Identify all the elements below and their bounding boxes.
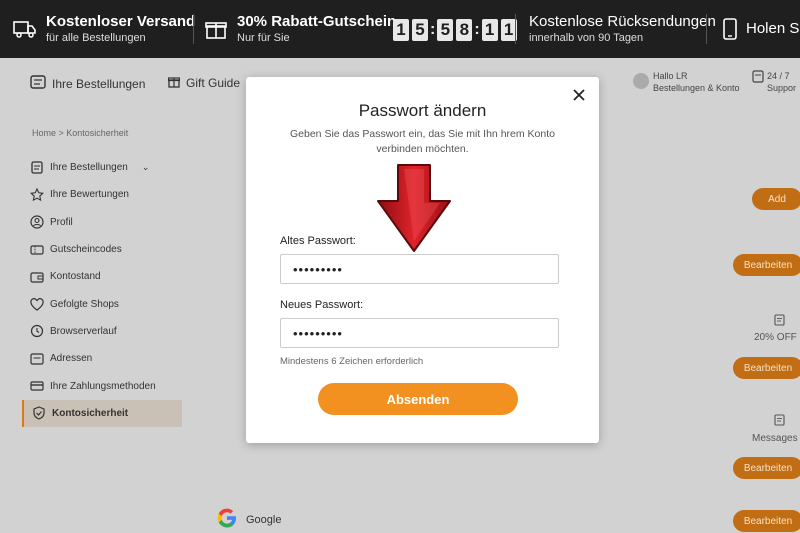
discount-text: 20% OFF — [754, 332, 797, 343]
promo-shipping[interactable]: Kostenloser Versand für alle Bestellunge… — [12, 0, 195, 58]
shipping-title: Kostenloser Versand — [46, 13, 196, 30]
sidebar-item-label: Kontostand — [50, 271, 101, 283]
sidebar-item-label: Profil — [50, 216, 73, 228]
promo-coupon[interactable]: 30% Rabatt-Gutschein Nur für Sie — [203, 0, 396, 58]
new-password-field[interactable]: ••••••••• — [280, 318, 559, 348]
coupon-subtitle: Nur für Sie — [237, 32, 290, 44]
support-bottom: Suppor — [767, 83, 797, 93]
sidebar-item-label: Browserverlauf — [50, 325, 117, 337]
password-hint: Mindestens 6 Zeichen erforderlich — [280, 356, 424, 367]
sidebar-item-security[interactable]: Kontosicherheit — [22, 399, 182, 427]
document-icon — [774, 314, 785, 329]
support-top: 24 / 7 — [767, 71, 790, 81]
promo-app[interactable]: Holen S — [722, 0, 799, 58]
breadcrumb[interactable]: Home > Kontosicherheit — [32, 128, 128, 138]
message-icon — [774, 414, 785, 429]
shield-icon — [32, 406, 46, 420]
countdown-digit: 5 — [412, 19, 428, 41]
countdown-digit: 8 — [456, 19, 473, 41]
shipping-subtitle: für alle Bestellungen — [46, 32, 146, 44]
coupon-title: 30% Rabatt-Gutschein — [237, 13, 397, 30]
sidebar-item-profile[interactable]: Profil — [22, 209, 182, 236]
truck-icon — [12, 16, 38, 42]
red-arrow-down-icon — [374, 163, 454, 260]
new-password-label: Neues Passwort: — [280, 299, 364, 311]
sidebar-item-coupons[interactable]: Gutscheincodes — [22, 236, 182, 263]
account-text: Bestellungen & Konto — [653, 83, 740, 93]
sidebar-item-payment[interactable]: Ihre Zahlungsmethoden — [22, 372, 182, 399]
countdown-colon: : — [430, 21, 436, 38]
returns-subtitle: innerhalb von 90 Tagen — [529, 32, 644, 44]
phone-icon — [722, 16, 738, 42]
sidebar-item-label: Ihre Bestellungen — [50, 162, 128, 174]
divider — [193, 14, 194, 44]
history-icon — [30, 324, 44, 338]
coupon-icon — [30, 243, 44, 257]
divider — [515, 14, 516, 44]
support-icon — [752, 70, 764, 94]
sidebar-item-label: Ihre Zahlungsmethoden — [50, 380, 156, 392]
heart-icon — [30, 297, 44, 311]
sidebar-item-label: Gefolgte Shops — [50, 298, 119, 310]
edit-button[interactable]: Bearbeiten — [733, 457, 800, 479]
edit-button[interactable]: Bearbeiten — [733, 510, 800, 532]
sidebar-item-label: Ihre Bewertungen — [50, 189, 129, 201]
sidebar-item-history[interactable]: Browserverlauf — [22, 318, 182, 345]
submit-button[interactable]: Absenden — [318, 383, 518, 415]
sidebar-item-addresses[interactable]: Adressen — [22, 345, 182, 372]
google-connection: Google — [216, 507, 281, 532]
countdown-colon: : — [474, 21, 480, 38]
user-icon — [30, 215, 44, 229]
edit-button[interactable]: Bearbeiten — [733, 357, 800, 379]
hello-text: Hallo LR — [653, 71, 688, 81]
avatar — [633, 73, 649, 89]
messages-text: Messages — [752, 433, 798, 444]
sidebar-item-followed-shops[interactable]: Gefolgte Shops — [22, 290, 182, 317]
nav-gift-label: Gift Guide — [186, 76, 241, 90]
nav-orders[interactable]: Ihre Bestellungen — [30, 75, 145, 92]
star-icon — [30, 187, 44, 202]
promo-bar: Kostenloser Versand für alle Bestellunge… — [0, 0, 800, 58]
google-label: Google — [246, 513, 282, 526]
sidebar-item-orders[interactable]: Ihre Bestellungen ⌄ — [22, 154, 182, 181]
sidebar-item-reviews[interactable]: Ihre Bewertungen — [22, 181, 182, 208]
sidebar-item-label: Gutscheincodes — [50, 244, 122, 256]
orders-icon — [30, 161, 44, 175]
countdown-digit: 1 — [481, 19, 498, 41]
orders-icon — [30, 75, 46, 92]
add-button[interactable]: Add — [752, 188, 800, 210]
dialog-title: Passwort ändern — [358, 101, 487, 120]
nav-orders-label: Ihre Bestellungen — [52, 76, 146, 91]
promo-returns[interactable]: Kostenlose Rücksendungen innerhalb von 9… — [529, 0, 716, 58]
support-link[interactable]: 24 / 7 Suppor — [752, 70, 796, 94]
countdown-timer: 1 5 : 5 8 : 1 1 — [393, 19, 520, 41]
address-icon — [30, 352, 44, 366]
nav-gift-guide[interactable]: Gift Guide — [167, 75, 241, 91]
wallet-icon — [30, 270, 44, 284]
sidebar-item-label: Kontosicherheit — [52, 407, 129, 419]
old-password-field[interactable]: ••••••••• — [280, 254, 559, 284]
edit-button[interactable]: Bearbeiten — [733, 254, 800, 276]
sidebar-item-balance[interactable]: Kontostand — [22, 263, 182, 290]
google-icon — [216, 507, 238, 532]
gift-icon — [203, 16, 229, 42]
divider — [706, 14, 707, 44]
account-sidebar: Ihre Bestellungen ⌄ Ihre Bewertungen Pro… — [22, 154, 182, 427]
app-title: Holen S — [746, 20, 800, 37]
gift-icon — [167, 75, 181, 91]
sidebar-item-label: Adressen — [50, 353, 93, 365]
returns-title: Kostenlose Rücksendungen — [529, 13, 716, 30]
countdown-digit: 1 — [393, 19, 409, 41]
countdown-digit: 5 — [437, 19, 454, 41]
chevron-down-icon[interactable]: ⌄ — [142, 162, 150, 173]
card-icon — [30, 379, 44, 393]
dialog-subtitle: Geben Sie das Passwort ein, das Sie mit … — [290, 128, 555, 155]
change-password-dialog: Passwort ändern Geben Sie das Passwort e… — [246, 77, 599, 443]
account-menu[interactable]: Hallo LR Bestellungen & Konto — [633, 70, 740, 94]
old-password-label: Altes Passwort: — [280, 235, 356, 247]
